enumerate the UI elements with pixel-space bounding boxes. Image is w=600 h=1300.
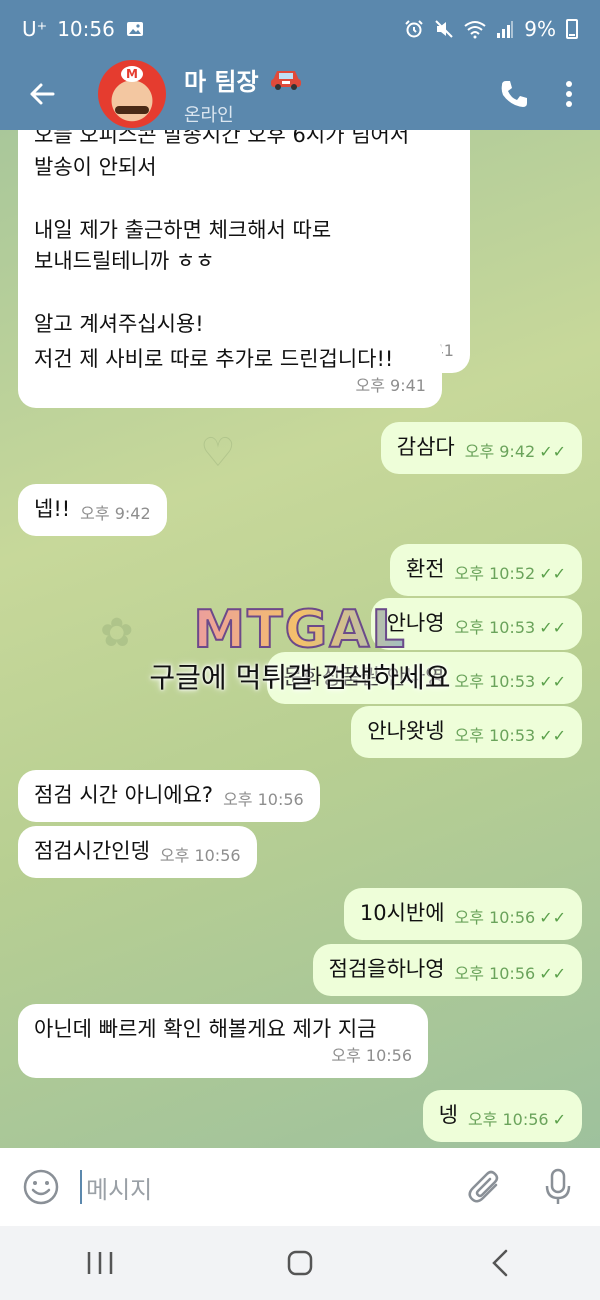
double-check-icon: ✓✓ [539, 671, 566, 691]
message-bubble-incoming[interactable]: 저건 제 사비로 따로 추가로 드린겁니다!! 오후 9:41 [18, 334, 442, 408]
message-text: 점검을하나영 [328, 957, 445, 981]
message-text: 넹 [438, 1103, 458, 1127]
wifi-icon [464, 19, 486, 39]
double-check-icon: ✓✓ [539, 725, 566, 745]
home-icon [287, 1250, 313, 1276]
message-text: 넵!! [34, 497, 71, 521]
message-bubble-outgoing[interactable]: 환전 오후 10:52 ✓✓ [389, 544, 582, 596]
message-input-placeholder: 메시지 [86, 1175, 153, 1204]
attach-button[interactable] [468, 1168, 502, 1206]
message-bubble-incoming[interactable]: 아닌데 빠르게 확인 해볼게요 제가 지금 오후 10:56 [18, 1004, 428, 1078]
message-bubble-outgoing[interactable]: 10시반에 오후 10:56 ✓✓ [343, 888, 582, 940]
contact-info[interactable]: 마 팀장 온라인 [184, 62, 498, 127]
home-button[interactable] [260, 1233, 340, 1293]
chevron-left-icon [492, 1249, 508, 1277]
message-text: 감삼다 [396, 435, 455, 459]
avatar[interactable] [98, 60, 166, 128]
message-time: 오후 10:56 [454, 963, 536, 983]
message-text: 오늘 오피스콘 발송시간 오후 6시가 넘어서 발송이 안되서 내일 제가 출근… [34, 130, 410, 336]
more-menu-button[interactable] [564, 79, 574, 109]
double-check-icon: ✓✓ [539, 563, 566, 583]
system-nav-bar [0, 1226, 600, 1300]
single-check-icon: ✓ [552, 1109, 566, 1129]
arrow-left-icon [30, 83, 55, 105]
message-bubble-outgoing[interactable]: 넹 오후 10:56 ✓ [422, 1090, 582, 1142]
message-text: 10시반에 [359, 901, 445, 925]
message-time: 오후 10:52 [454, 563, 536, 583]
paperclip-icon [468, 1170, 499, 1203]
double-check-icon: ✓✓ [539, 441, 566, 461]
message-text: 안나영 [386, 611, 445, 635]
message-time: 오후 10:56 [223, 789, 304, 809]
recent-apps-icon [87, 1252, 113, 1274]
message-input[interactable]: 메시지 [80, 1170, 468, 1205]
message-text: 저건 제 사비로 따로 추가로 드린겁니다!! [34, 347, 394, 371]
gallery-notification-icon [125, 19, 145, 39]
battery-label: 9% [524, 17, 556, 41]
message-time: 오후 9:41 [355, 375, 426, 395]
back-button[interactable] [16, 68, 68, 120]
car-icon [269, 66, 303, 92]
message-text: 환전 [405, 557, 445, 581]
mute-icon [434, 19, 454, 39]
message-bubble-outgoing[interactable]: 안나왓넹 오후 10:53 ✓✓ [351, 706, 582, 758]
status-time: 10:56 [57, 17, 115, 41]
microphone-icon [545, 1168, 571, 1204]
battery-icon [566, 19, 578, 39]
message-input-bar: 메시지 [0, 1148, 600, 1226]
message-bubble-outgoing[interactable]: 점검을하나영 오후 10:56 ✓✓ [312, 944, 582, 996]
double-check-icon: ✓✓ [539, 907, 566, 927]
message-time: 오후 9:42 [464, 441, 536, 461]
contact-name: 마 팀장 [184, 67, 259, 96]
message-text: 점검시간인뎅 [34, 839, 150, 863]
message-time: 오후 10:56 [159, 845, 241, 865]
carrier-label: U⁺ [22, 17, 48, 41]
message-text: 안나왓넹 [367, 719, 445, 743]
message-bubble-incoming[interactable]: 점검 시간 아니에요? 오후 10:56 [18, 770, 320, 822]
phone-icon [501, 81, 527, 107]
recent-apps-button[interactable] [60, 1233, 140, 1293]
message-time: 오후 10:53 [454, 725, 536, 745]
contact-status: 온라인 [184, 104, 234, 126]
text-cursor [80, 1170, 82, 1204]
message-bubble-outgoing[interactable]: 안나영 오후 10:53 ✓✓ [370, 598, 582, 650]
message-time: 오후 10:56 [331, 1045, 412, 1065]
emoji-icon [23, 1169, 59, 1205]
voice-button[interactable] [544, 1168, 572, 1206]
message-text: 문화상품권 안나영 [283, 665, 445, 689]
emoji-button[interactable] [22, 1168, 60, 1206]
message-text: 아닌데 빠르게 확인 해볼게요 제가 지금 [34, 1017, 377, 1041]
double-check-icon: ✓✓ [539, 617, 566, 637]
message-time: 오후 10:56 [454, 907, 536, 927]
message-time: 오후 10:56 [467, 1109, 549, 1129]
double-check-icon: ✓✓ [539, 963, 566, 983]
chat-header: 마 팀장 온라인 [0, 58, 600, 130]
message-time: 오후 10:53 [454, 671, 536, 691]
chat-area[interactable]: ☆ ♡ ✿ ♪ ☼ ★ 오늘 오피스콘 발송시간 오후 6시가 넘어서 발송이 … [0, 130, 600, 1148]
status-bar: U⁺ 10:56 9% [0, 0, 600, 58]
message-time: 오후 10:53 [454, 617, 536, 637]
back-nav-button[interactable] [460, 1233, 540, 1293]
more-vert-icon [566, 81, 572, 107]
message-bubble-incoming[interactable]: 점검시간인뎅 오후 10:56 [18, 826, 257, 878]
alarm-icon [404, 19, 424, 39]
message-time: 오후 9:42 [80, 503, 151, 523]
message-bubble-incoming[interactable]: 넵!! 오후 9:42 [18, 484, 167, 536]
signal-icon [496, 19, 514, 39]
message-bubble-outgoing[interactable]: 감삼다 오후 9:42 ✓✓ [380, 422, 582, 474]
message-bubble-outgoing[interactable]: 문화상품권 안나영 오후 10:53 ✓✓ [267, 652, 582, 704]
doodle-heart-icon: ♡ [200, 430, 236, 476]
doodle-flower-icon: ✿ [100, 610, 134, 656]
message-text: 점검 시간 아니에요? [34, 783, 214, 807]
call-button[interactable] [498, 78, 530, 110]
